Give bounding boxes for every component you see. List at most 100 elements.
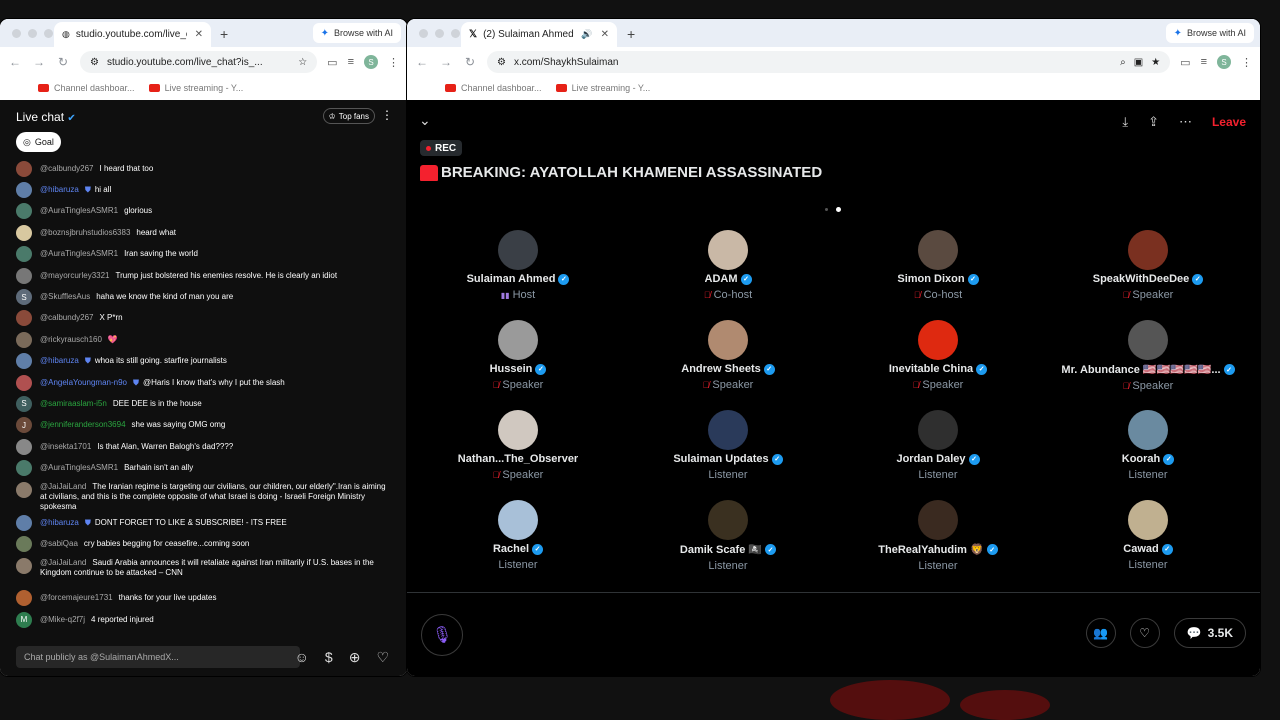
participant-avatar[interactable] xyxy=(1128,410,1168,450)
author-name[interactable]: @jenniferanderson3694 xyxy=(40,420,126,429)
author-avatar[interactable]: S xyxy=(16,289,32,306)
author-avatar[interactable] xyxy=(16,557,32,574)
author-avatar[interactable] xyxy=(16,182,32,199)
participant-card[interactable]: Koorah ✓ Listener xyxy=(1043,410,1253,500)
site-info-icon[interactable]: ⚙ xyxy=(90,57,99,68)
more-options-icon[interactable]: ⋯ xyxy=(1179,114,1192,130)
author-avatar[interactable] xyxy=(16,535,32,552)
chat-message[interactable]: @hibaruza ⛊ DONT FORGET TO LIKE & SUBSCRIB… xyxy=(0,512,407,533)
chat-message[interactable]: @calbundy267 I heard that too xyxy=(0,158,407,179)
participant-card[interactable]: Andrew Sheets ✓ 🎙̸ Speaker xyxy=(623,320,833,410)
zoom-icon[interactable]: ⌕ xyxy=(1120,57,1126,68)
menu-icon[interactable]: ⋮ xyxy=(1241,56,1252,69)
new-tab-icon[interactable]: + xyxy=(220,26,228,42)
chat-message[interactable]: S @SkufflesAus haha we know the kind of ma… xyxy=(0,286,407,307)
author-name[interactable]: @AuraTinglesASMR1 xyxy=(40,206,118,215)
replies-button[interactable]: 💬 3.5K xyxy=(1173,618,1246,648)
back-icon[interactable]: ← xyxy=(8,55,22,69)
profile-avatar[interactable]: S xyxy=(1217,55,1231,69)
author-avatar[interactable] xyxy=(16,160,32,177)
participant-avatar[interactable] xyxy=(1128,320,1168,360)
top-fans-button[interactable]: ♔ Top fans xyxy=(322,108,375,124)
chat-message[interactable]: @AuraTinglesASMR1 glorious xyxy=(0,201,407,222)
author-avatar[interactable] xyxy=(16,224,32,241)
participant-card[interactable]: Rachel ✓ Listener xyxy=(413,500,623,590)
author-avatar[interactable]: S xyxy=(16,395,32,412)
participant-card[interactable]: Nathan...The_Observer 🎙̸ Speaker xyxy=(413,410,623,500)
participant-card[interactable]: Sulaiman Updates ✓ Listener xyxy=(623,410,833,500)
window-controls[interactable] xyxy=(12,29,53,38)
author-name[interactable]: @sabiQaa xyxy=(40,539,78,548)
author-name[interactable]: @insekta1701 xyxy=(40,442,91,451)
participant-avatar[interactable] xyxy=(1128,230,1168,270)
participant-avatar[interactable] xyxy=(498,230,538,270)
reading-list-icon[interactable]: ≡ xyxy=(1201,56,1207,68)
tab-x-profile[interactable]: 𝕏 (2) Sulaiman Ahmed (@S 🔊 ✕ xyxy=(461,22,617,47)
author-avatar[interactable] xyxy=(16,590,32,607)
address-bar[interactable]: ⚙ x.com/ShaykhSulaiman ⌕ ▣ ★ xyxy=(487,51,1171,73)
forward-icon[interactable]: → xyxy=(32,55,46,69)
participant-avatar[interactable] xyxy=(918,230,958,270)
chat-message[interactable]: @JaiJaiLand Saudi Arabia announces it wil… xyxy=(0,555,407,588)
chat-message[interactable]: J @jenniferanderson3694 she was saying OMG… xyxy=(0,415,407,436)
participant-avatar[interactable] xyxy=(708,320,748,360)
participant-avatar[interactable] xyxy=(918,320,958,360)
author-avatar[interactable] xyxy=(16,353,32,370)
participant-card[interactable]: SpeakWithDeeDee ✓ 🎙̸ Speaker xyxy=(1043,230,1253,320)
participant-avatar[interactable] xyxy=(1128,500,1168,540)
back-icon[interactable]: ← xyxy=(415,55,429,69)
participant-card[interactable]: Simon Dixon ✓ 🎙̸ Co-host xyxy=(833,230,1043,320)
page-indicator[interactable] xyxy=(825,207,841,212)
close-tab-icon[interactable]: ✕ xyxy=(195,29,203,40)
participant-avatar[interactable] xyxy=(498,410,538,450)
reload-icon[interactable]: ↻ xyxy=(463,55,477,69)
chat-message[interactable]: M @Mike-q2f7j 4 reported injured xyxy=(0,609,407,630)
reading-list-icon[interactable]: ≡ xyxy=(348,56,354,68)
participant-card[interactable]: Inevitable China ✓ 🎙̸ Speaker xyxy=(833,320,1043,410)
chat-message[interactable]: @sabiQaa cry babies begging for ceasefire… xyxy=(0,533,407,554)
chat-message[interactable]: @boznsjbruhstudios6383 heard what xyxy=(0,222,407,243)
window-controls[interactable] xyxy=(419,29,460,38)
chat-message[interactable]: @rickyrausch160 💖 xyxy=(0,329,407,350)
author-avatar[interactable] xyxy=(16,246,32,263)
participant-avatar[interactable] xyxy=(708,410,748,450)
browse-with-ai-button[interactable]: ✦ Browse with AI xyxy=(1165,23,1254,43)
leave-button[interactable]: Leave xyxy=(1212,115,1246,129)
chat-message[interactable]: @AuraTinglesASMR1 Barhain isn't an ally xyxy=(0,457,407,478)
react-button[interactable]: ♡ xyxy=(1129,618,1160,648)
author-name[interactable]: @boznsjbruhstudios6383 xyxy=(40,228,130,237)
author-name[interactable]: @hibaruza xyxy=(40,518,79,527)
add-icon[interactable]: ⊕ xyxy=(349,649,361,666)
bookmark-channel-dashboard[interactable]: Channel dashboar... xyxy=(38,83,135,93)
menu-icon[interactable]: ⋮ xyxy=(388,56,399,69)
browse-with-ai-button[interactable]: ✦ Browse with AI xyxy=(312,23,401,43)
cast-icon[interactable]: ▣ xyxy=(1134,57,1143,68)
microphone-button[interactable]: 🎙 xyxy=(421,614,463,656)
people-button[interactable]: 👥 xyxy=(1085,618,1116,648)
author-avatar[interactable]: M xyxy=(16,611,32,628)
site-info-icon[interactable]: ⚙ xyxy=(497,57,506,68)
author-avatar[interactable] xyxy=(16,481,32,498)
author-avatar[interactable] xyxy=(16,374,32,391)
participant-card[interactable]: Jordan Daley ✓ Listener xyxy=(833,410,1043,500)
author-name[interactable]: @AuraTinglesASMR1 xyxy=(40,249,118,258)
participant-avatar[interactable] xyxy=(498,320,538,360)
chat-input[interactable]: Chat publicly as @SulaimanAhmedX... xyxy=(16,646,300,668)
tab-live-chat[interactable]: ◍ studio.youtube.com/live_chat ✕ xyxy=(54,22,211,47)
participant-card[interactable]: TheRealYahudim 🦁 ✓ Listener xyxy=(833,500,1043,590)
chat-message[interactable]: @JaiJaiLand The Iranian regime is targeti… xyxy=(0,479,407,512)
minimize-dock-icon[interactable]: ⤓ xyxy=(1122,114,1128,130)
chat-message[interactable]: @hibaruza ⛊ hi all xyxy=(0,179,407,200)
author-name[interactable]: @calbundy267 xyxy=(40,313,94,322)
chat-message[interactable]: S @samiraaslam-i5n DEE DEE is in the house xyxy=(0,393,407,414)
author-avatar[interactable] xyxy=(16,310,32,327)
author-name[interactable]: @forcemajeure1731 xyxy=(40,593,113,602)
participant-avatar[interactable] xyxy=(918,500,958,540)
participant-card[interactable]: Mr. Abundance 🇺🇸🇺🇸🇺🇸🇺🇸🇺🇸... ✓ 🎙̸ Speaker xyxy=(1043,320,1253,410)
new-tab-icon[interactable]: + xyxy=(627,26,635,42)
author-avatar[interactable] xyxy=(16,514,32,531)
more-options-icon[interactable]: ⋮ xyxy=(381,108,393,122)
author-name[interactable]: @JaiJaiLand xyxy=(40,482,86,491)
participant-avatar[interactable] xyxy=(708,230,748,270)
participant-card[interactable]: Cawad ✓ Listener xyxy=(1043,500,1253,590)
